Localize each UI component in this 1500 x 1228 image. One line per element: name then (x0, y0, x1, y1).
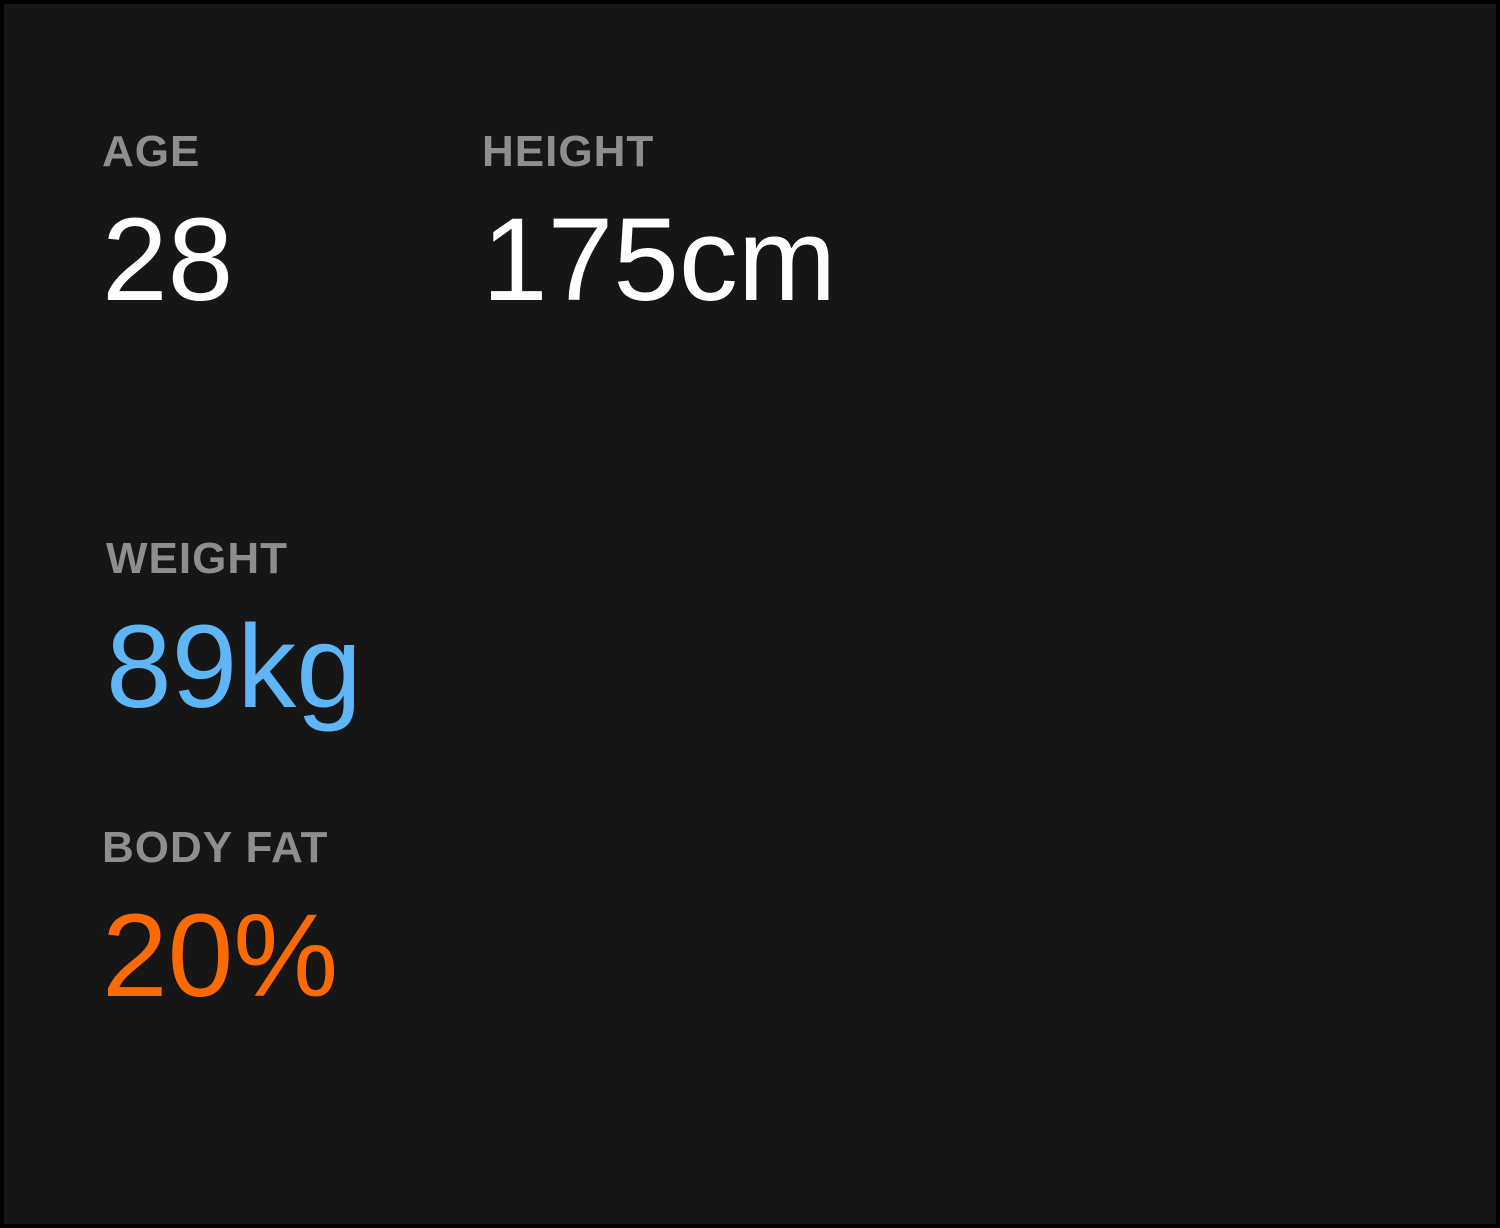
body-stats-panel: AGE 28 HEIGHT 175cm WEIGHT 89kg BODY FAT… (4, 4, 1496, 1224)
age-stat: AGE 28 (102, 127, 234, 326)
weight-stat: WEIGHT 89kg (106, 534, 362, 733)
height-label: HEIGHT (482, 127, 655, 176)
age-value: 28 (102, 194, 234, 326)
age-label: AGE (102, 127, 201, 176)
weight-value: 89kg (106, 601, 362, 733)
body-fat-stat: BODY FAT 20% (102, 823, 339, 1022)
weight-label: WEIGHT (106, 534, 288, 583)
body-fat-label: BODY FAT (102, 823, 329, 872)
body-fat-value: 20% (102, 890, 339, 1022)
height-value: 175cm (482, 194, 837, 326)
height-stat: HEIGHT 175cm (482, 127, 837, 326)
